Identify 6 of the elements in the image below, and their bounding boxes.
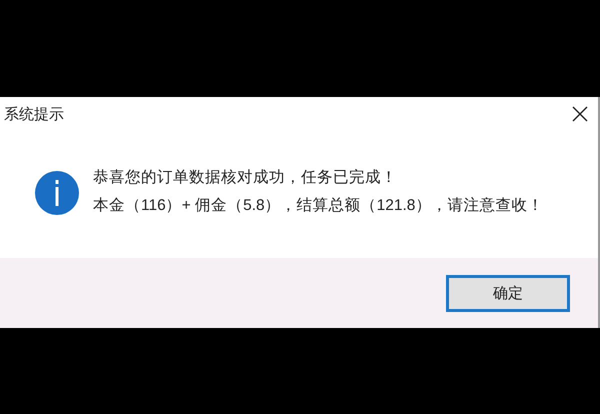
close-icon [572, 106, 588, 122]
message-text: 本金（116）+ 佣金（5.8），结算总额（121.8），请注意查收！ [93, 196, 544, 216]
window-title: 系统提示 [4, 104, 64, 124]
info-icon [35, 171, 79, 215]
message-text: 恭喜您的订单数据核对成功，任务已完成！ [93, 168, 398, 188]
ok-button[interactable]: 确定 [446, 274, 570, 312]
